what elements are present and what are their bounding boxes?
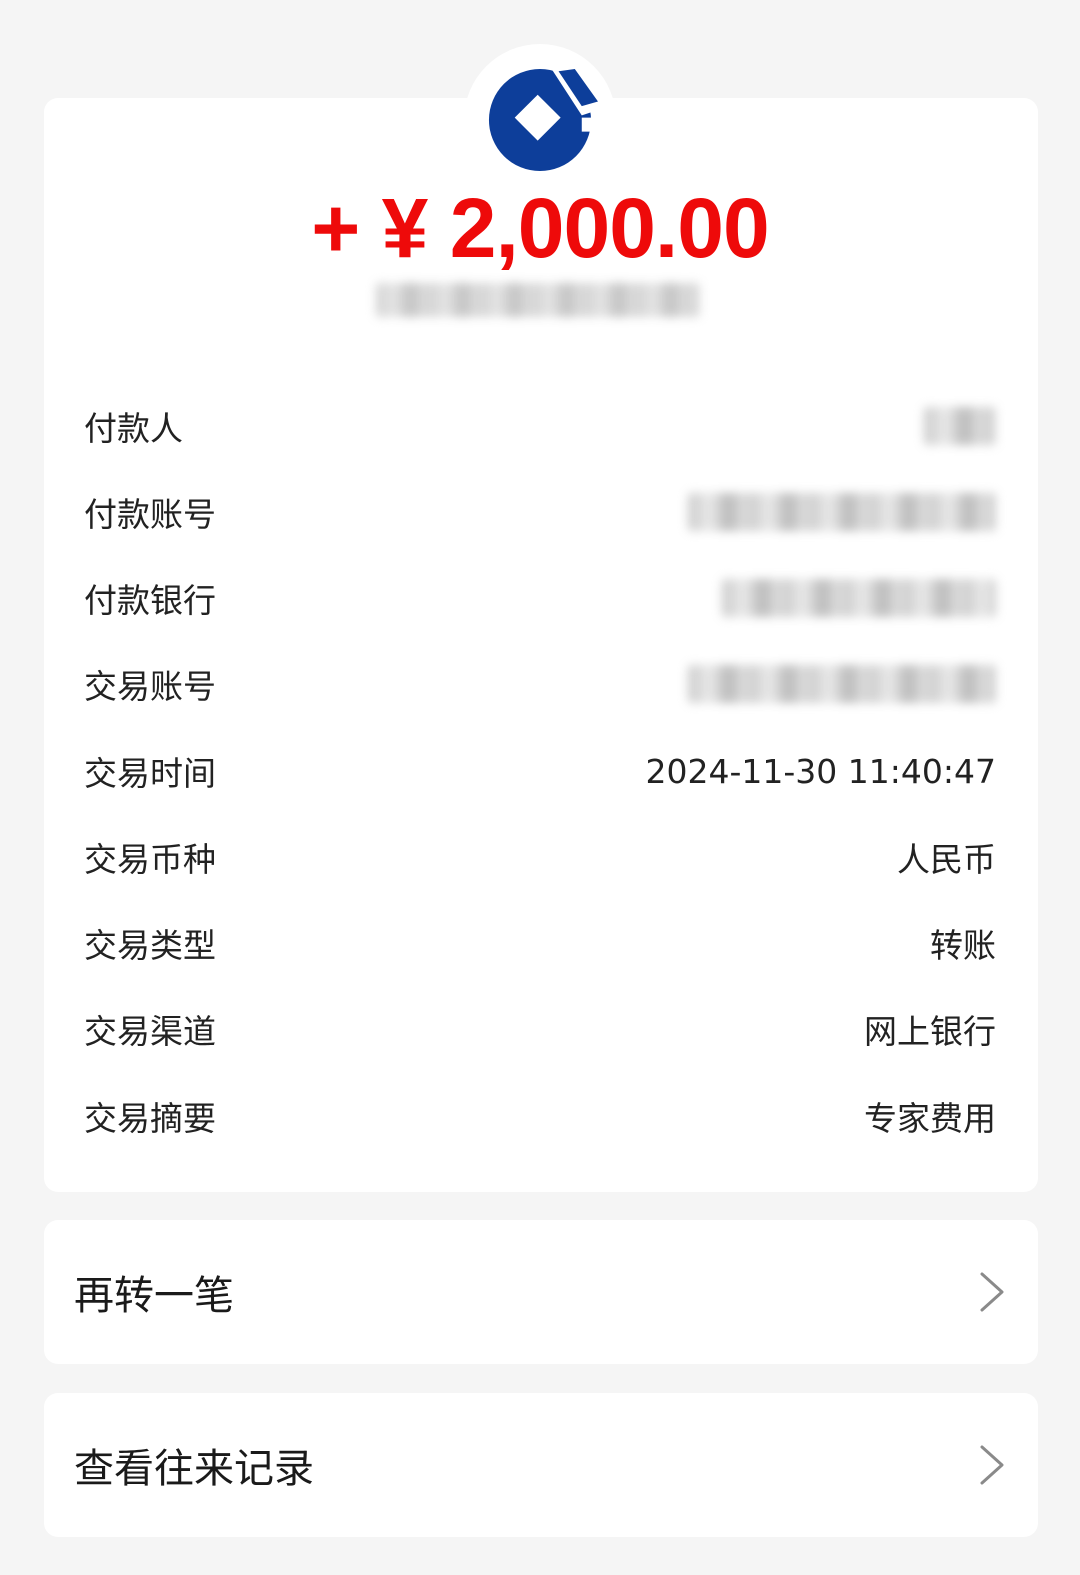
bank-logo bbox=[464, 44, 616, 196]
detail-value: 转账 bbox=[930, 926, 996, 965]
detail-row-payer: 付款人 bbox=[84, 396, 996, 456]
transfer-again-button[interactable]: 再转一笔 bbox=[44, 1220, 1038, 1364]
view-history-label: 查看往来记录 bbox=[74, 1446, 314, 1492]
chevron-right-icon bbox=[980, 1445, 1004, 1485]
detail-label: 交易时间 bbox=[84, 754, 216, 793]
detail-value: 网上银行 bbox=[864, 1012, 996, 1051]
detail-row-currency: 交易币种 人民币 bbox=[84, 827, 996, 887]
detail-value: 人民币 bbox=[897, 840, 996, 879]
detail-label: 交易账号 bbox=[84, 667, 216, 706]
detail-row-payer-account: 付款账号 bbox=[84, 482, 996, 542]
payee-name-redacted bbox=[376, 283, 700, 317]
detail-row-transaction-account: 交易账号 bbox=[84, 654, 996, 714]
view-history-button[interactable]: 查看往来记录 bbox=[44, 1393, 1038, 1537]
detail-row-summary: 交易摘要 专家费用 bbox=[84, 1086, 996, 1146]
chevron-right-icon bbox=[980, 1272, 1004, 1312]
detail-value bbox=[924, 407, 996, 445]
detail-label: 付款人 bbox=[84, 409, 183, 448]
transfer-again-label: 再转一笔 bbox=[74, 1273, 234, 1319]
detail-value: 2024-11-30 11:40:47 bbox=[645, 751, 996, 791]
detail-value bbox=[722, 579, 996, 617]
detail-value bbox=[688, 493, 996, 531]
bank-logo-icon bbox=[488, 66, 598, 172]
detail-row-payer-bank: 付款银行 bbox=[84, 568, 996, 628]
transaction-amount: + ¥ 2,000.00 bbox=[311, 181, 769, 275]
detail-value bbox=[688, 665, 996, 703]
detail-value: 专家费用 bbox=[864, 1099, 996, 1138]
detail-label: 付款银行 bbox=[84, 581, 216, 620]
detail-label: 交易币种 bbox=[84, 840, 216, 879]
detail-label: 付款账号 bbox=[84, 495, 216, 534]
detail-row-transaction-type: 交易类型 转账 bbox=[84, 913, 996, 973]
detail-label: 交易渠道 bbox=[84, 1012, 216, 1051]
detail-label: 交易类型 bbox=[84, 926, 216, 965]
detail-row-channel: 交易渠道 网上银行 bbox=[84, 999, 996, 1059]
detail-row-transaction-time: 交易时间 2024-11-30 11:40:47 bbox=[84, 741, 996, 801]
detail-label: 交易摘要 bbox=[84, 1099, 216, 1138]
